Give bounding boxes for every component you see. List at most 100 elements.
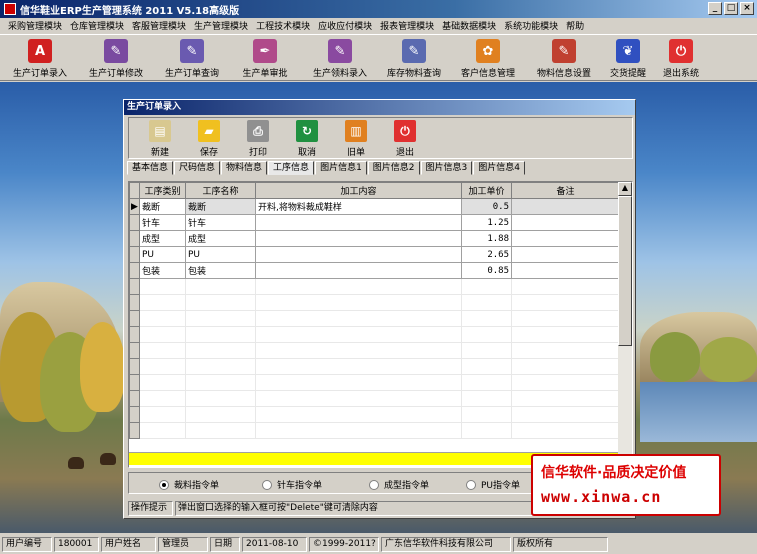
column-header-3[interactable]: 加工单价 (461, 182, 512, 199)
cell-工序类别[interactable]: 针车 (139, 214, 186, 231)
menu-item-4[interactable]: 工程技术模块 (252, 19, 314, 32)
column-header-2[interactable]: 加工内容 (255, 182, 462, 199)
maximize-button[interactable]: □ (724, 2, 738, 15)
child-button-2[interactable]: ⎙ 打印 (235, 119, 281, 158)
table-row[interactable]: ▶ 裁断 裁断 开料,将物料裁成鞋样 0.5 (129, 198, 620, 215)
menu-item-2[interactable]: 客服管理模块 (128, 19, 190, 32)
tab-7[interactable]: 图片信息4 (473, 161, 525, 175)
menu-item-0[interactable]: 采购管理模块 (4, 19, 66, 32)
menu-bar: 采购管理模块 仓库管理模块 客服管理模块 生产管理模块 工程技术模块 应收应付模块 报表管理… (0, 18, 757, 33)
toolbar-button-9[interactable]: ⏻ 退出系统 (645, 37, 717, 79)
column-header-1[interactable]: 工序名称 (185, 182, 256, 199)
cell-备注[interactable] (511, 214, 620, 231)
cell-加工内容[interactable] (255, 246, 462, 263)
child-window-title: 生产订单录入 (124, 100, 635, 115)
menu-item-6[interactable]: 报表管理模块 (376, 19, 438, 32)
cell-加工内容[interactable] (255, 230, 462, 247)
menu-item-7[interactable]: 基础数据模块 (438, 19, 500, 32)
child-button-4[interactable]: ▥ 旧单 (333, 119, 379, 158)
tab-3[interactable]: 工序信息 (268, 161, 315, 175)
cell-加工单价[interactable]: 2.65 (461, 246, 512, 263)
copyright: ©1999-2011? (309, 536, 379, 552)
refresh-icon: ↻ (296, 120, 318, 142)
child-button-1[interactable]: ▰ 保存 (186, 119, 232, 158)
cell-工序类别[interactable]: 包装 (139, 262, 186, 279)
toolbar-button-6[interactable]: ✿ 客户信息管理 (452, 37, 524, 79)
scroll-thumb[interactable] (618, 196, 632, 346)
radio-dot[interactable] (159, 479, 169, 490)
cell-备注[interactable] (511, 262, 620, 279)
cell-加工内容[interactable] (255, 214, 462, 231)
rights-text: 版权所有 (513, 536, 608, 552)
tab-4[interactable]: 图片信息1 (315, 161, 367, 175)
empty-row (129, 406, 620, 423)
radio-instruction-0[interactable]: 裁料指令单 (159, 478, 219, 491)
empty-cell (255, 390, 462, 407)
scroll-up-button[interactable]: ▲ (618, 182, 632, 196)
cell-工序类别[interactable]: PU (139, 246, 186, 263)
tab-1[interactable]: 尺码信息 (174, 161, 221, 175)
cell-工序名称[interactable]: 裁断 (185, 198, 256, 215)
column-header-0[interactable]: 工序类别 (139, 182, 186, 199)
cell-加工单价[interactable]: 0.5 (461, 198, 512, 215)
cell-备注[interactable] (511, 246, 620, 263)
table-row[interactable]: PU PU 2.65 (129, 246, 620, 263)
radio-dot[interactable] (262, 479, 272, 490)
cell-加工单价[interactable]: 0.85 (461, 262, 512, 279)
tab-6[interactable]: 图片信息3 (420, 161, 473, 175)
cell-加工单价[interactable]: 1.88 (461, 230, 512, 247)
table-row[interactable]: 针车 针车 1.25 (129, 214, 620, 231)
minimize-button[interactable]: _ (708, 2, 722, 15)
pen-icon: ✒ (253, 39, 277, 63)
cell-工序类别[interactable]: 成型 (139, 230, 186, 247)
radio-instruction-3[interactable]: PU指令单 (466, 478, 520, 491)
tab-2[interactable]: 物料信息 (221, 161, 268, 175)
cell-加工内容[interactable]: 开料,将物料裁成鞋样 (255, 198, 462, 215)
menu-item-9[interactable]: 帮助 (562, 19, 588, 32)
cell-备注[interactable] (511, 230, 620, 247)
brush-icon: ✎ (104, 39, 128, 63)
menu-item-1[interactable]: 仓库管理模块 (66, 19, 128, 32)
tab-0[interactable]: 基本信息 (127, 161, 174, 175)
child-button-5[interactable]: ⏻ 退出 (382, 119, 428, 158)
table-row[interactable]: 成型 成型 1.88 (129, 230, 620, 247)
cell-工序名称[interactable]: 包装 (185, 262, 256, 279)
pdf-icon: A (28, 39, 52, 63)
empty-cell (139, 342, 186, 359)
column-header-4[interactable]: 备注 (511, 182, 620, 199)
menu-item-3[interactable]: 生产管理模块 (190, 19, 252, 32)
table-row[interactable]: 包装 包装 0.85 (129, 262, 620, 279)
empty-cell (511, 326, 620, 343)
child-button-label: 保存 (199, 148, 218, 158)
cell-工序名称[interactable]: 成型 (185, 230, 256, 247)
watermark-ad: 信华软件·品质决定价值 www.xinwa.cn (531, 454, 721, 516)
menu-item-8[interactable]: 系统功能模块 (500, 19, 562, 32)
close-button[interactable]: × (740, 2, 754, 15)
tab-5[interactable]: 图片信息2 (367, 161, 420, 175)
empty-cell (511, 294, 620, 311)
toolbar-button-5[interactable]: ✎ 库存物料查询 (378, 37, 450, 79)
toolbar-button-4[interactable]: ✎ 生产领料录入 (304, 37, 376, 79)
toolbar-button-2[interactable]: ✎ 生产订单查询 (156, 37, 228, 79)
toolbar-button-1[interactable]: ✎ 生产订单修改 (80, 37, 152, 79)
radio-instruction-1[interactable]: 针车指令单 (262, 478, 322, 491)
cell-备注[interactable] (511, 198, 620, 215)
radio-label: 裁料指令单 (174, 481, 220, 491)
cell-工序名称[interactable]: PU (185, 246, 256, 263)
child-button-3[interactable]: ↻ 取消 (284, 119, 330, 158)
radio-dot[interactable] (466, 479, 476, 490)
empty-cell (461, 358, 512, 375)
toolbar-button-0[interactable]: A 生产订单录入 (4, 37, 76, 79)
toolbar-label: 库存物料查询 (386, 69, 441, 79)
cell-加工内容[interactable] (255, 262, 462, 279)
toolbar-button-3[interactable]: ✒ 生产单审批 (229, 37, 301, 79)
cell-加工单价[interactable]: 1.25 (461, 214, 512, 231)
menu-item-5[interactable]: 应收应付模块 (314, 19, 376, 32)
cell-工序名称[interactable]: 针车 (185, 214, 256, 231)
vertical-scrollbar[interactable]: ▲ (618, 182, 632, 467)
child-button-0[interactable]: ▤ 新建 (137, 119, 183, 158)
toolbar-button-7[interactable]: ✎ 物料信息设置 (528, 37, 600, 79)
radio-dot[interactable] (369, 479, 379, 490)
cell-工序类别[interactable]: 裁断 (139, 198, 186, 215)
radio-instruction-2[interactable]: 成型指令单 (369, 478, 429, 491)
